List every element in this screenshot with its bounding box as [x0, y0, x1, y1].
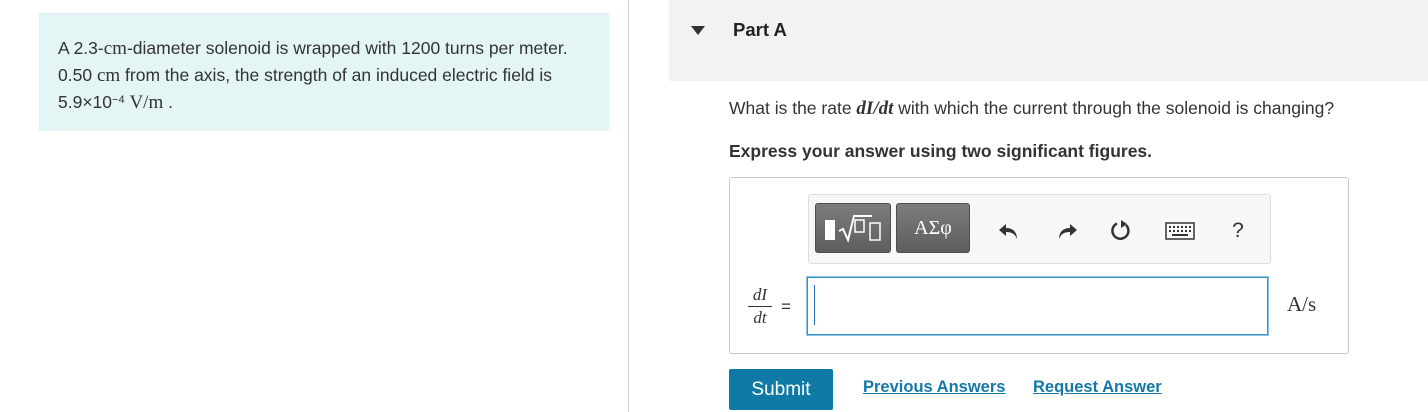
part-title: Part A — [733, 19, 787, 40]
redo-icon[interactable] — [1054, 218, 1080, 244]
undo-icon[interactable] — [996, 218, 1022, 244]
fraction-denominator: dt — [753, 308, 767, 327]
answer-instruction: Express your answer using two significan… — [729, 141, 1153, 161]
panel-divider — [628, 0, 629, 412]
equals-sign: = — [781, 297, 791, 316]
templates-icon — [825, 215, 881, 244]
previous-answers-link[interactable]: Previous Answers — [863, 378, 1005, 397]
help-icon[interactable]: ? — [1225, 218, 1251, 244]
collapse-caret-icon[interactable] — [691, 26, 705, 35]
answer-input[interactable] — [807, 277, 1268, 335]
templates-button[interactable] — [815, 203, 891, 253]
fraction-bar — [748, 306, 772, 307]
question-prefix: What is the rate — [729, 98, 857, 118]
submit-button[interactable]: Submit — [729, 369, 833, 410]
text-cursor — [814, 285, 815, 325]
unit-cm: cm — [103, 38, 127, 59]
reset-icon[interactable] — [1107, 218, 1133, 244]
problem-text-end: . — [163, 92, 173, 112]
keyboard-icon[interactable] — [1165, 218, 1195, 244]
problem-statement: A 2.3-cm-diameter solenoid is wrapped wi… — [58, 35, 568, 116]
fraction-numerator: dI — [752, 285, 768, 304]
problem-text-1: A 2.3- — [58, 38, 104, 58]
field-unit: V/m — [129, 92, 164, 113]
question-symbol: dI/dt — [856, 98, 894, 119]
request-answer-link[interactable]: Request Answer — [1033, 378, 1162, 397]
answer-label-fraction: dI dt — [748, 285, 772, 328]
answer-unit: A/s — [1287, 292, 1317, 316]
unit-cm: cm — [96, 65, 121, 86]
problem-statement-box: A 2.3-cm-diameter solenoid is wrapped wi… — [39, 13, 609, 131]
exponent: −4 — [112, 94, 125, 106]
question-text: What is the rate dI/dt with which the cu… — [729, 98, 1334, 120]
question-suffix: with which the current through the solen… — [893, 98, 1335, 118]
symbols-button[interactable]: ΑΣφ — [896, 203, 970, 253]
